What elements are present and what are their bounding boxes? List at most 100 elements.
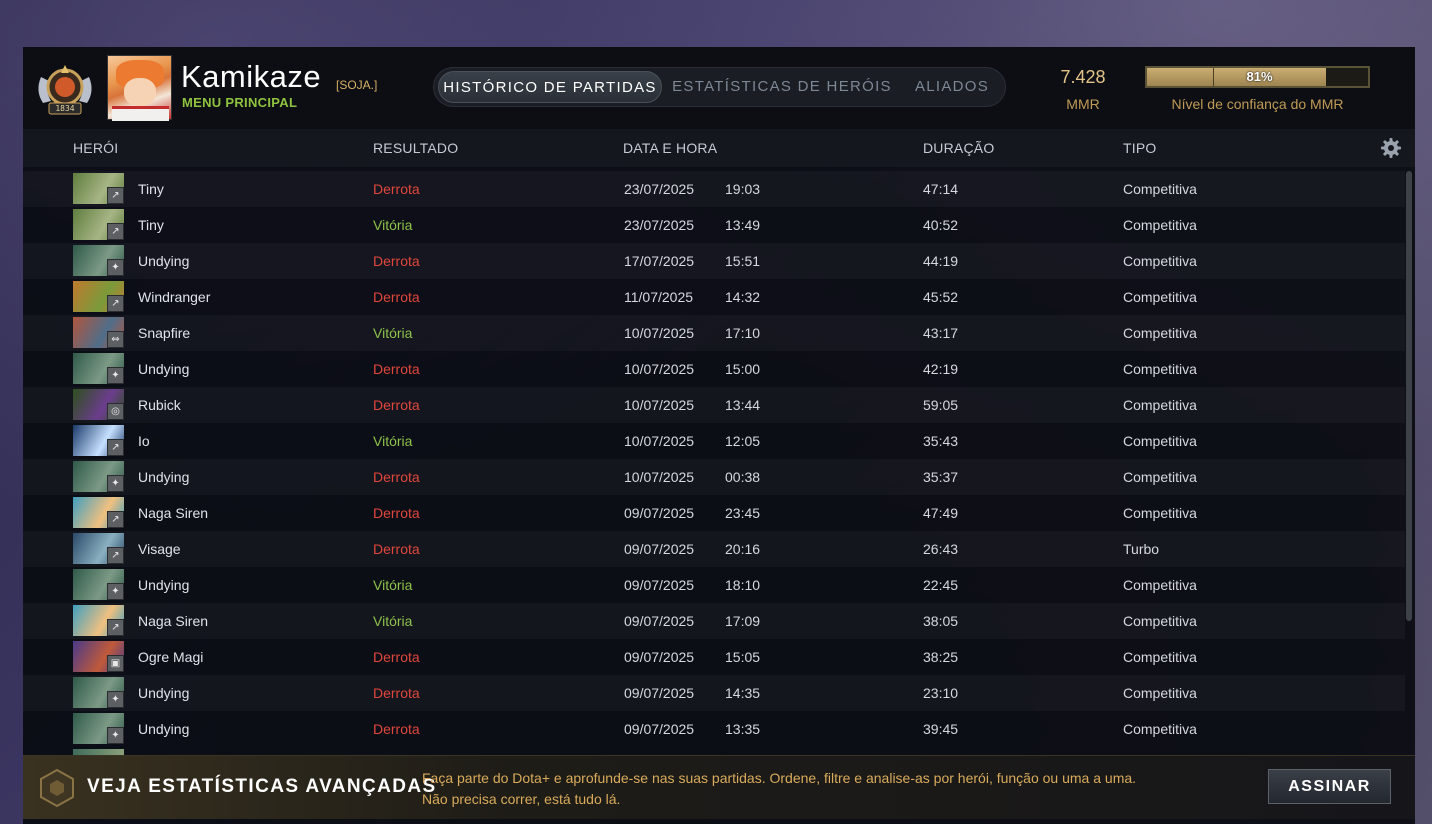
match-duration: 38:25	[923, 649, 959, 665]
match-date: 17/07/2025	[624, 253, 695, 269]
table-row[interactable]: ◎ Rubick Derrota 10/07/2025 13:44 59:05 Compet…	[23, 387, 1405, 423]
table-row[interactable]: ✦ Undying Derrota 09/07/2025 13:35 39:45 Compe…	[23, 711, 1405, 747]
match-time: 13:44	[725, 397, 761, 413]
match-type: Competitiva	[1123, 253, 1197, 269]
hero-name: Windranger	[138, 289, 211, 305]
match-duration: 26:43	[923, 541, 959, 557]
hero-portrait: ↗	[73, 533, 124, 564]
table-row[interactable]: ↗ Windranger Derrota 11/07/2025 14:32 45:52 Co…	[23, 279, 1405, 315]
support-icon: ✦	[107, 727, 124, 744]
match-time: 14:32	[725, 289, 761, 305]
tab-allies[interactable]: ALIADOS	[902, 71, 1002, 103]
match-time: 15:05	[725, 649, 761, 665]
hero-portrait: ↗	[73, 605, 124, 636]
match-type: Competitiva	[1123, 649, 1197, 665]
match-history-panel: 1834 Kamikaze [SOJA.] MENU PRINCIPAL HIS…	[23, 47, 1415, 824]
table-row[interactable]: ↗ Naga Siren Vitória 09/07/2025 17:09 38:05 Co…	[23, 603, 1405, 639]
match-date: 09/07/2025	[624, 613, 695, 629]
match-type: Competitiva	[1123, 217, 1197, 233]
match-time: 20:16	[725, 541, 761, 557]
match-result: Derrota	[373, 181, 420, 197]
match-duration: 44:19	[923, 253, 959, 269]
support-icon: ✦	[107, 691, 124, 708]
tab-hero-stats[interactable]: ESTATÍSTICAS DE HERÓIS	[672, 71, 892, 103]
table-row[interactable]: ✦ Undying Derrota 10/07/2025 00:38 35:37 Compe…	[23, 459, 1405, 495]
hero-name: Undying	[138, 685, 190, 701]
table-row[interactable]: ⇔ Snapfire Vitória 10/07/2025 17:10 43:17 Comp…	[23, 315, 1405, 351]
match-type: Competitiva	[1123, 577, 1197, 593]
support-icon: ✦	[107, 475, 124, 492]
gear-icon[interactable]	[1381, 138, 1401, 158]
match-type: Competitiva	[1123, 397, 1197, 413]
col-datetime[interactable]: DATA E HORA	[623, 140, 717, 156]
dota-plus-desc-line1: Faça parte do Dota+ e aprofunde-se nas s…	[422, 770, 1137, 786]
match-time: 18:10	[725, 577, 761, 593]
scrollbar[interactable]	[1406, 171, 1412, 621]
match-time: 17:09	[725, 613, 761, 629]
match-result: Derrota	[373, 397, 420, 413]
subscribe-button[interactable]: ASSINAR	[1268, 769, 1391, 804]
table-row[interactable]: ↗ Naga Siren Derrota 09/07/2025 23:45 47:49 Co…	[23, 495, 1405, 531]
table-row[interactable]: ↗ Io Vitória 10/07/2025 12:05 35:43 Competitiv…	[23, 423, 1405, 459]
match-date: 10/07/2025	[624, 397, 695, 413]
match-time: 13:49	[725, 217, 761, 233]
table-row[interactable]: ✦ Undying Derrota 10/07/2025 15:00 42:19 Compe…	[23, 351, 1405, 387]
hero-portrait: ✦	[73, 569, 124, 600]
match-type: Competitiva	[1123, 469, 1197, 485]
hero-portrait: ↗	[73, 425, 124, 456]
match-duration: 38:05	[923, 613, 959, 629]
table-row[interactable]: ✦ Undying Derrota 09/07/2025 14:35 23:10 Compe…	[23, 675, 1405, 711]
table-row[interactable]: ↗ Visage Derrota 09/07/2025 20:16 26:43 Turbo	[23, 531, 1405, 567]
col-hero[interactable]: HERÓI	[73, 140, 118, 156]
hero-name: Ogre Magi	[138, 649, 204, 665]
match-date: 09/07/2025	[624, 505, 695, 521]
table-row[interactable]: ▣ Ogre Magi Derrota 09/07/2025 15:05 38:25 Com…	[23, 639, 1405, 675]
dota-plus-icon	[37, 768, 77, 808]
hero-portrait: ✦	[73, 713, 124, 744]
col-duration[interactable]: DURAÇÃO	[923, 140, 994, 156]
hero-portrait: ✦	[73, 353, 124, 384]
clan-tag[interactable]: [SOJA.]	[336, 78, 377, 92]
tab-match-history[interactable]: HISTÓRICO DE PARTIDAS	[438, 71, 662, 103]
match-date: 10/07/2025	[624, 325, 695, 341]
main-menu-link[interactable]: MENU PRINCIPAL	[182, 95, 297, 110]
table-header: HERÓI RESULTADO DATA E HORA DURAÇÃO TIPO	[23, 129, 1415, 167]
match-duration: 42:19	[923, 361, 959, 377]
table-row[interactable]: ↗ Tiny Derrota 23/07/2025 19:03 47:14 Competit…	[23, 171, 1405, 207]
match-result: Vitória	[373, 325, 413, 341]
match-time: 12:05	[725, 433, 761, 449]
player-avatar[interactable]	[107, 55, 172, 121]
lane-icon: ↗	[107, 295, 124, 312]
match-result: Vitória	[373, 577, 413, 593]
match-time: 15:00	[725, 361, 761, 377]
dota-plus-banner: VEJA ESTATÍSTICAS AVANÇADAS Faça parte d…	[23, 755, 1415, 819]
hero-portrait: ◎	[73, 389, 124, 420]
match-duration: 59:05	[923, 397, 959, 413]
table-row[interactable]: ↗ Tiny Vitória 23/07/2025 13:49 40:52 Competit…	[23, 207, 1405, 243]
hero-name: Undying	[138, 469, 190, 485]
match-time: 19:03	[725, 181, 761, 197]
hero-portrait: ✦	[73, 461, 124, 492]
table-row[interactable]: ✦ Undying Derrota 17/07/2025 15:51 44:19 Compe…	[23, 243, 1405, 279]
col-result[interactable]: RESULTADO	[373, 140, 458, 156]
hero-name: Undying	[138, 721, 190, 737]
match-date: 10/07/2025	[624, 361, 695, 377]
match-type: Competitiva	[1123, 361, 1197, 377]
lane-icon: ↗	[107, 511, 124, 528]
match-result: Derrota	[373, 361, 420, 377]
rank-medal-icon[interactable]: 1834	[33, 57, 97, 119]
col-type[interactable]: TIPO	[1123, 140, 1156, 156]
match-date: 09/07/2025	[624, 721, 695, 737]
match-type: Competitiva	[1123, 505, 1197, 521]
hero-portrait: ↗	[73, 281, 124, 312]
match-date: 23/07/2025	[624, 181, 695, 197]
match-time: 14:35	[725, 685, 761, 701]
player-name: Kamikaze	[181, 59, 322, 94]
match-result: Derrota	[373, 289, 420, 305]
hero-name: Io	[138, 433, 150, 449]
match-date: 09/07/2025	[624, 685, 695, 701]
match-result: Vitória	[373, 217, 413, 233]
hero-portrait: ✦	[73, 245, 124, 276]
table-row[interactable]: ✦ Undying Vitória 09/07/2025 18:10 22:45 Compe…	[23, 567, 1405, 603]
match-type: Competitiva	[1123, 181, 1197, 197]
